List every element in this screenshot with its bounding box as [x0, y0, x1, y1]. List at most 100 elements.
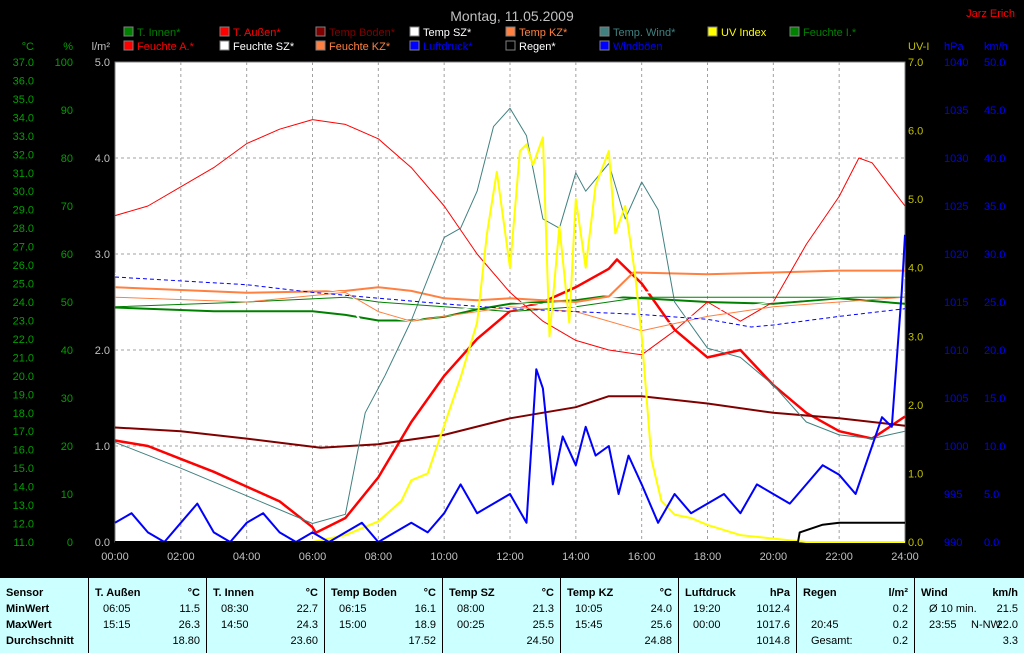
- legend-label: Temp SZ*: [423, 27, 472, 39]
- y-tick-label-temp: 31.0: [13, 168, 34, 180]
- y-tick-label-temp: 37.0: [13, 57, 34, 69]
- legend-label: Luftdruck*: [423, 41, 473, 53]
- stats-value: 26.3: [178, 619, 200, 631]
- axis-unit-temp: °C: [22, 41, 34, 53]
- stats-value: 16.1: [414, 603, 436, 615]
- stats-unit: km/h: [992, 587, 1018, 599]
- stats-column: T. Innen °C 08:30 22.7 14:50 24.3 23.60: [206, 578, 324, 653]
- legend-swatch: [505, 40, 516, 51]
- y-tick-label-wind: 15.0: [984, 393, 1005, 405]
- y-tick-label-humid: 0: [67, 537, 73, 549]
- x-tick-label: 14:00: [562, 551, 590, 563]
- stats-column: T. Außen °C 06:05 11.5 15:15 26.3 18.80: [88, 578, 206, 653]
- legend-label: Temp KZ*: [519, 27, 568, 39]
- stats-time: 19:20: [693, 603, 721, 615]
- y-tick-label-temp: 11.0: [13, 537, 34, 549]
- legend-label: T. Außen*: [233, 27, 281, 39]
- stats-row-label: Durchschnitt: [6, 635, 74, 647]
- x-tick-label: 10:00: [430, 551, 458, 563]
- stats-time: 15:15: [103, 619, 131, 631]
- legend-label: Feuchte I.*: [803, 27, 857, 39]
- y-tick-label-uv: 3.0: [908, 331, 923, 343]
- y-tick-label-uv: 6.0: [908, 126, 923, 138]
- stats-value: 18.80: [172, 635, 200, 647]
- legend-swatch: [315, 40, 326, 51]
- stats-header: T. Außen: [95, 587, 141, 599]
- legend-label: Regen*: [519, 41, 556, 53]
- y-tick-label-uv: 0.0: [908, 537, 923, 549]
- stats-time: 23:55: [929, 619, 957, 631]
- y-tick-label-temp: 12.0: [13, 519, 34, 531]
- legend-swatch: [599, 26, 610, 37]
- y-tick-label-wind: 40.0: [984, 153, 1005, 165]
- y-tick-label-humid: 80: [61, 153, 73, 165]
- legend-swatch: [505, 26, 516, 37]
- stats-header: Temp KZ: [567, 587, 614, 599]
- y-tick-label-humid: 60: [61, 249, 73, 261]
- y-tick-label-uv: 7.0: [908, 57, 923, 69]
- stats-row-label: MaxWert: [6, 619, 52, 631]
- y-tick-label-press: 1005: [944, 393, 968, 405]
- stats-time: 00:25: [457, 619, 485, 631]
- axis-unit-wind: km/h: [984, 41, 1008, 53]
- legend-swatch: [123, 40, 134, 51]
- stats-value: 23.60: [290, 635, 318, 647]
- chart-author: Jarz Erich: [966, 8, 1015, 20]
- legend-swatch: [219, 26, 230, 37]
- y-tick-label-temp: 25.0: [13, 279, 34, 291]
- stats-value: 25.5: [532, 619, 554, 631]
- legend-swatch: [599, 40, 610, 51]
- axis-unit-humid: %: [63, 41, 73, 53]
- y-tick-label-temp: 19.0: [13, 389, 34, 401]
- stats-value: 1017.6: [756, 619, 790, 631]
- y-tick-label-temp: 26.0: [13, 260, 34, 272]
- chart-title: Montag, 11.05.2009: [450, 8, 574, 24]
- x-tick-label: 06:00: [299, 551, 327, 563]
- y-tick-label-temp: 17.0: [13, 426, 34, 438]
- stats-value: 24.88: [644, 635, 672, 647]
- y-tick-label-temp: 13.0: [13, 500, 34, 512]
- y-tick-label-wind: 45.0: [984, 105, 1005, 117]
- stats-header: Temp SZ: [449, 587, 495, 599]
- stats-column: Temp SZ °C 08:00 21.3 00:25 25.5 24.50: [442, 578, 560, 653]
- y-tick-label-humid: 20: [61, 441, 73, 453]
- stats-time: 00:00: [693, 619, 721, 631]
- y-tick-label-temp: 16.0: [13, 445, 34, 457]
- stats-header: Regen: [803, 587, 837, 599]
- stats-value: 11.5: [179, 603, 200, 615]
- y-tick-label-press: 1015: [944, 297, 968, 309]
- legend-label: T. Innen*: [137, 27, 181, 39]
- y-tick-label-wind: 35.0: [984, 201, 1005, 213]
- stats-header: Wind: [921, 587, 948, 599]
- legend-label: Temp Boden*: [329, 27, 396, 39]
- stats-unit: °C: [187, 587, 200, 599]
- legend-swatch: [409, 26, 420, 37]
- y-tick-label-rain: 5.0: [95, 57, 110, 69]
- y-tick-label-wind: 30.0: [984, 249, 1005, 261]
- stats-time: 06:05: [103, 603, 131, 615]
- stats-value: 22.7: [296, 603, 318, 615]
- y-tick-label-press: 995: [944, 489, 962, 501]
- x-tick-label: 20:00: [760, 551, 788, 563]
- legend: T. Innen* T. Außen* Temp Boden* Temp SZ* Tem…: [123, 26, 857, 53]
- y-tick-label-press: 1020: [944, 249, 968, 261]
- y-tick-label-temp: 20.0: [13, 371, 34, 383]
- y-tick-label-humid: 100: [55, 57, 73, 69]
- stats-value: 21.3: [532, 603, 554, 615]
- stats-unit: °C: [659, 587, 672, 599]
- stats-unit: °C: [423, 587, 436, 599]
- y-tick-label-rain: 0.0: [95, 537, 110, 549]
- stats-value: 3.3: [1002, 635, 1018, 647]
- stats-time: 14:50: [221, 619, 249, 631]
- y-tick-label-humid: 70: [61, 201, 73, 213]
- y-tick-label-press: 990: [944, 537, 962, 549]
- stats-value: 22.0: [996, 619, 1018, 631]
- y-tick-label-wind: 25.0: [984, 297, 1005, 309]
- stats-time: Ø 10 min.: [929, 603, 977, 615]
- y-tick-label-temp: 28.0: [13, 223, 34, 235]
- y-tick-label-press: 1025: [944, 201, 968, 213]
- legend-swatch: [707, 26, 718, 37]
- y-tick-label-rain: 4.0: [95, 153, 110, 165]
- x-tick-label: 18:00: [694, 551, 722, 563]
- y-tick-label-temp: 35.0: [13, 94, 34, 106]
